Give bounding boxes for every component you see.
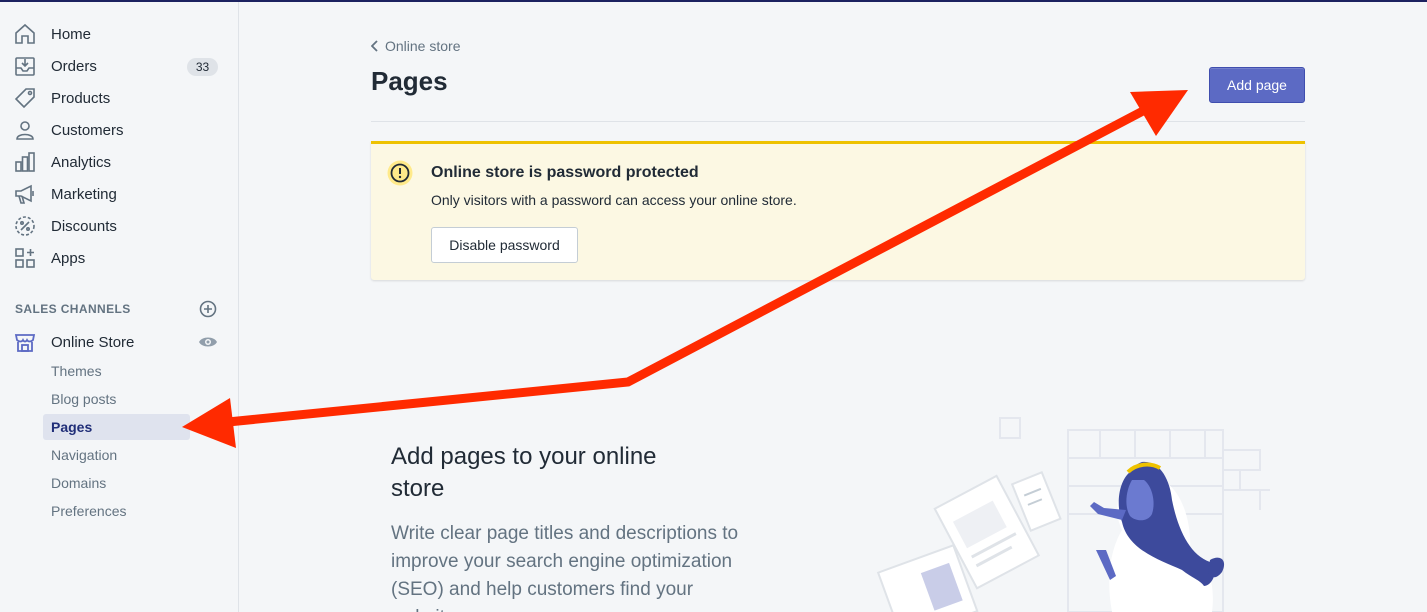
sales-channels-heading: SALES CHANNELS: [15, 302, 131, 316]
sidebar-item-label: Analytics: [51, 153, 112, 171]
orders-icon: [15, 57, 35, 76]
sidebar-subitem-domains[interactable]: Domains: [43, 470, 190, 496]
page-title: Pages: [371, 66, 448, 96]
home-icon: [15, 23, 35, 44]
empty-state-illustration: [876, 417, 1270, 612]
sidebar-item-marketing[interactable]: Marketing: [0, 178, 239, 210]
add-channel-icon[interactable]: [199, 300, 217, 318]
sidebar-item-label: Marketing: [51, 185, 117, 203]
store-icon: [14, 334, 36, 352]
sidebar-item-label: Customers: [51, 121, 124, 139]
sidebar-subitem-preferences[interactable]: Preferences: [43, 498, 190, 524]
sidebar-item-home[interactable]: Home: [0, 18, 239, 50]
sidebar-item-discounts[interactable]: Discounts: [0, 210, 239, 242]
warning-icon: [387, 160, 413, 186]
sidebar-item-label: Online Store: [51, 333, 135, 351]
breadcrumb-label: Online store: [385, 38, 461, 54]
person-icon: [16, 121, 34, 140]
empty-state-title: Add pages to your online store: [391, 443, 657, 502]
eye-icon[interactable]: [198, 334, 218, 350]
banner-title: Online store is password protected: [431, 164, 699, 181]
bar-chart-icon: [15, 152, 35, 172]
sidebar-item-label: Products: [51, 89, 111, 107]
sidebar-subitem-blog-posts[interactable]: Blog posts: [43, 386, 190, 412]
sidebar-item-label: Home: [51, 25, 92, 43]
sidebar-item-apps[interactable]: Apps: [0, 242, 239, 274]
sidebar-subitem-themes[interactable]: Themes: [43, 358, 190, 384]
sidebar-item-customers[interactable]: Customers: [0, 114, 239, 146]
sidebar-item-products[interactable]: Products: [0, 82, 239, 114]
tag-icon: [14, 88, 35, 109]
sidebar-item-orders[interactable]: Orders 33: [0, 50, 239, 82]
sidebar-subitem-pages[interactable]: Pages: [43, 414, 190, 440]
sidebar-item-label: Orders: [51, 57, 97, 75]
megaphone-icon: [15, 184, 34, 204]
discount-icon: [15, 216, 35, 236]
annotation-arrowhead-add-page: [1130, 90, 1188, 136]
banner-text: Only visitors with a password can access…: [431, 192, 797, 208]
apps-icon: [15, 248, 35, 268]
password-warning-banner: Online store is password protected Only …: [371, 141, 1305, 280]
disable-password-button[interactable]: Disable password: [431, 227, 578, 263]
empty-state-description: Write clear page titles and descriptions…: [391, 523, 739, 612]
sidebar-item-analytics[interactable]: Analytics: [0, 146, 239, 178]
sidebar-subitem-navigation[interactable]: Navigation: [43, 442, 190, 468]
sidebar-item-label: Apps: [51, 249, 86, 267]
chevron-left-icon: [371, 40, 378, 52]
breadcrumb[interactable]: Online store: [371, 38, 460, 54]
orders-count-badge: 33: [187, 58, 218, 76]
add-page-button[interactable]: Add page: [1209, 67, 1305, 103]
sidebar: Home Orders 33 Products Customers Analyt…: [0, 2, 239, 612]
header-divider: [371, 121, 1305, 122]
sidebar-item-label: Discounts: [51, 217, 117, 235]
